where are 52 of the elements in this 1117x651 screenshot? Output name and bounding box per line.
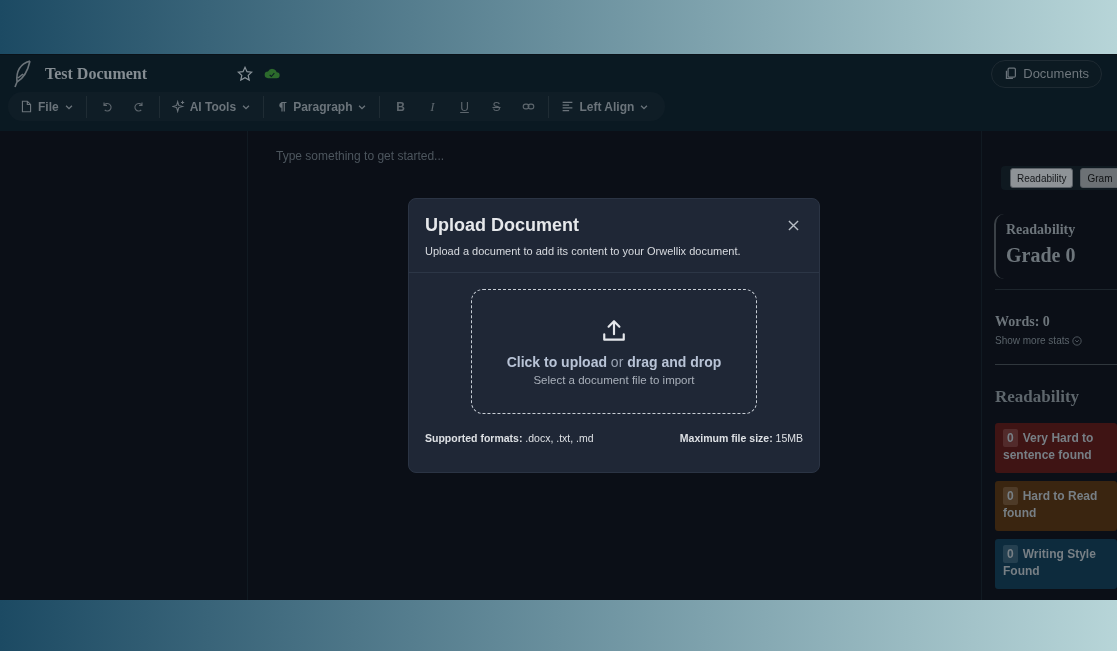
supported-formats: Supported formats: .docx, .txt, .md <box>425 432 594 444</box>
cloud-check-icon <box>264 68 280 79</box>
toolbar-menu-button[interactable]: Paragraph <box>268 94 376 119</box>
pilcrow-icon <box>276 100 289 113</box>
format-button[interactable]: I <box>416 94 449 119</box>
toolbar-menu-button[interactable]: Left Align <box>553 94 658 119</box>
issue-text: Writing Style <box>1022 547 1096 561</box>
issue-text: Hard to Read <box>1022 489 1098 503</box>
dialog-title: Upload Document <box>425 215 579 236</box>
link-icon <box>522 100 535 113</box>
panel-tab[interactable]: Readability <box>1010 168 1074 188</box>
max-file-size: Maximum file size: 15MB <box>679 432 803 444</box>
format-button[interactable]: S <box>480 94 513 119</box>
score-label: Readability <box>1006 222 1077 238</box>
issue-text: found <box>1003 506 1038 520</box>
upload-icon <box>601 317 627 344</box>
toolbar-menu-button[interactable]: File <box>12 94 82 119</box>
redo-icon <box>132 100 145 113</box>
documents-button[interactable]: Documents <box>991 59 1102 88</box>
word-count: Words: 0 <box>995 314 1051 330</box>
file-icon <box>20 100 33 113</box>
star-icon[interactable] <box>237 65 253 82</box>
chevron-circle-icon <box>1072 335 1083 346</box>
issue-count: 0 <box>1003 545 1018 563</box>
issue-count: 0 <box>1003 487 1018 505</box>
sparkle-icon <box>171 100 185 113</box>
copy-icon <box>1004 67 1018 80</box>
editor-placeholder[interactable]: Type something to get started... <box>276 149 445 163</box>
upload-prompt: Click to upload or drag and drop <box>506 353 722 370</box>
close-icon <box>788 220 799 231</box>
align-left-icon <box>561 100 575 113</box>
issue-text: Found <box>1003 564 1041 578</box>
issue-card[interactable]: 0 Writing Style Found <box>995 539 1117 589</box>
format-button[interactable]: B <box>384 94 417 119</box>
feather-icon <box>12 59 32 88</box>
issue-card[interactable]: 0 Hard to Read found <box>995 481 1117 531</box>
issue-text: Very Hard to <box>1022 431 1094 445</box>
show-more-stats-link[interactable]: Show more stats <box>995 335 1070 346</box>
drop-zone[interactable]: Click to upload or drag and drop Select a document file to import <box>471 289 757 414</box>
document-title[interactable]: Test Document <box>45 64 237 83</box>
panel-tab[interactable]: Gram <box>1080 168 1117 188</box>
issue-count: 0 <box>1003 429 1018 447</box>
upload-hint: Select a document file to import <box>533 373 695 386</box>
issue-text: sentence found <box>1003 448 1093 462</box>
toolbar-menu-button[interactable]: AI Tools <box>163 94 260 119</box>
score-value: Grade 0 <box>1006 244 1077 267</box>
section-heading: Readability <box>995 387 1081 407</box>
dialog-subtitle: Upload a document to add its content to your Orwellix document. <box>424 244 742 259</box>
issue-card[interactable]: 0 Very Hard to sentence found <box>995 423 1117 473</box>
close-button[interactable] <box>786 218 801 233</box>
format-button[interactable]: U <box>448 94 481 119</box>
undo-icon <box>100 100 113 113</box>
